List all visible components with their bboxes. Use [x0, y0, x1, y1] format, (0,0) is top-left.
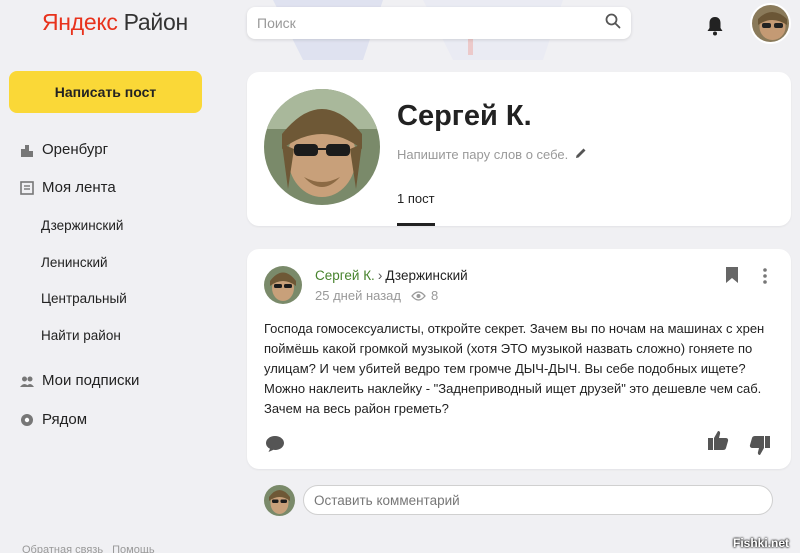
sidebar-item-label: Мои подписки [42, 372, 140, 389]
sidebar-district-central[interactable]: Центральный [41, 291, 127, 306]
post-text: Господа гомосексуалисты, откройте секрет… [264, 321, 765, 416]
pencil-icon[interactable] [575, 147, 587, 162]
sidebar-footer: Обратная связь Помощь [22, 544, 161, 553]
profile-name: Сергей К. [397, 100, 532, 132]
search-icon[interactable] [605, 13, 621, 34]
post-time: 25 дней назад [315, 288, 401, 303]
logo-brand: Яндекс [42, 9, 118, 35]
post-author-separator: › [377, 268, 383, 283]
sidebar-item-subscriptions[interactable]: Мои подписки [20, 372, 139, 389]
tab-posts[interactable]: 1 пост [397, 191, 435, 206]
bell-icon[interactable] [706, 16, 724, 41]
profile-bio[interactable]: Напишите пару слов о себе. [397, 147, 587, 162]
sidebar-item-label: Оренбург [42, 141, 109, 158]
sidebar-district-leninsky[interactable]: Ленинский [41, 255, 108, 270]
user-avatar[interactable] [750, 3, 791, 44]
profile-card: Сергей К. Напишите пару слов о себе. 1 п… [247, 72, 791, 226]
post-meta: 25 дней назад 8 [315, 288, 438, 303]
yandex-rayon-logo[interactable]: Яндекс Район [42, 8, 188, 36]
comment-icon[interactable] [265, 435, 285, 458]
profile-avatar [264, 89, 380, 205]
people-icon [20, 374, 34, 388]
post-author-name[interactable]: Сергей К. [315, 268, 375, 283]
comment-input[interactable] [303, 485, 773, 515]
watermark: Fishki.net [733, 536, 790, 550]
eye-icon [411, 290, 426, 301]
profile-bio-placeholder: Напишите пару слов о себе. [397, 147, 569, 162]
comment-user-avatar [264, 485, 295, 516]
bookmark-icon[interactable] [725, 266, 739, 289]
logo-product: Район [123, 9, 189, 35]
help-link[interactable]: Помощь [112, 544, 155, 553]
more-options-icon[interactable] [762, 267, 768, 290]
post-author-line: Сергей К. › Дзержинский [315, 268, 468, 283]
city-icon [20, 143, 34, 157]
search-bar[interactable] [247, 7, 631, 39]
dislike-icon[interactable] [749, 435, 771, 462]
sidebar-district-dzerzhinsky[interactable]: Дзержинский [41, 218, 123, 233]
sidebar-item-label: Моя лента [42, 179, 116, 196]
write-post-button[interactable]: Написать пост [9, 71, 202, 113]
post-district[interactable]: Дзержинский [385, 268, 467, 283]
post-card: Сергей К. › Дзержинский 25 дней назад 8 Го… [247, 249, 791, 469]
search-input[interactable] [257, 15, 605, 31]
sidebar-item-city[interactable]: Оренбург [20, 141, 108, 158]
post-author-avatar[interactable] [264, 266, 302, 304]
sidebar-find-district[interactable]: Найти район [41, 328, 121, 343]
feed-icon [20, 180, 34, 195]
sidebar-item-feed[interactable]: Моя лента [20, 179, 116, 196]
like-icon[interactable] [707, 429, 729, 456]
sidebar-item-nearby[interactable]: Рядом [20, 411, 87, 428]
feedback-link[interactable]: Обратная связь [22, 544, 103, 553]
sidebar-item-label: Рядом [42, 411, 88, 428]
post-views: 8 [430, 288, 439, 303]
location-icon [20, 413, 34, 427]
tab-posts-underline [397, 223, 435, 226]
